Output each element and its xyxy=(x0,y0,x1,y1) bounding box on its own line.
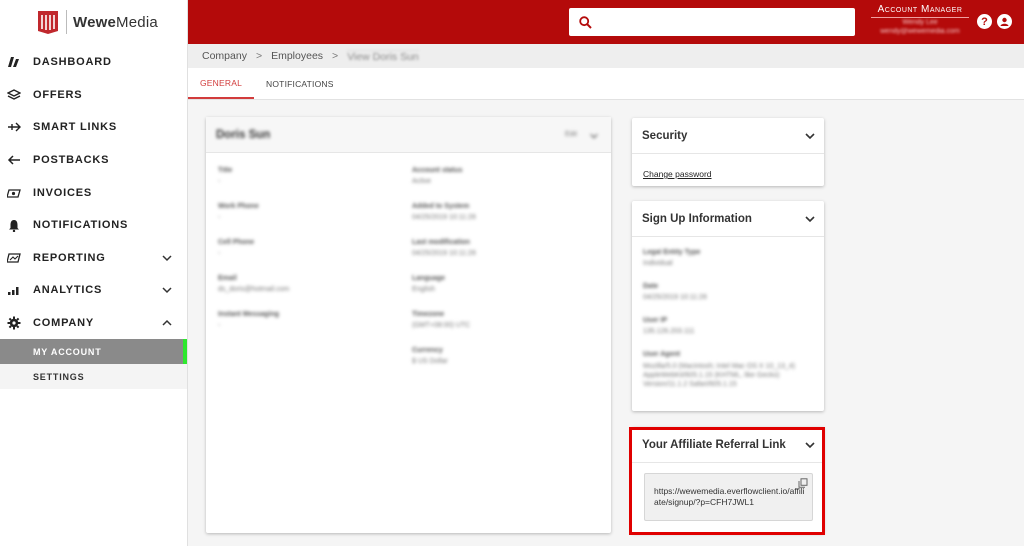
field-added-to-system: Added to System 04/25/2019 10:11:28 xyxy=(412,203,476,221)
field-timezone: Timezone (GMT+08:00) UTC xyxy=(412,311,471,329)
security-card-header[interactable]: Security xyxy=(632,118,824,154)
profile-name: Doris Sun xyxy=(216,128,271,141)
sidebar-item-invoices[interactable]: INVOICES xyxy=(0,176,187,209)
sidebar-item-label: INVOICES xyxy=(33,186,92,199)
breadcrumb-item-employees[interactable]: Employees xyxy=(271,50,323,62)
field-email: Email ds_doris@hotmail.com xyxy=(218,275,290,293)
chevron-up-icon[interactable] xyxy=(161,317,173,329)
field-account-status: Account status Active xyxy=(412,167,463,185)
search-box[interactable] xyxy=(569,8,855,36)
sidebar-item-label: OFFERS xyxy=(33,88,83,101)
signup-info-card-header[interactable]: Sign Up Information xyxy=(632,201,824,237)
security-card: Security Change password xyxy=(632,118,824,186)
signup-info-card: Sign Up Information Legal Entity Type Ind… xyxy=(632,201,824,411)
field-last-modification: Last modification 04/25/2019 10:11:28 xyxy=(412,239,476,257)
sidebar-item-dashboard[interactable]: DASHBOARD xyxy=(0,46,187,79)
postbacks-icon xyxy=(6,152,22,168)
gear-icon xyxy=(6,315,22,331)
chevron-down-icon[interactable] xyxy=(161,284,173,296)
logo-divider xyxy=(66,10,67,34)
sidebar: WeweMedia DASHBOARD OFFERS SMART LINKS P… xyxy=(0,0,188,546)
profile-card-header: Doris Sun Edit xyxy=(206,117,611,153)
breadcrumb-current: View Doris Sun xyxy=(347,49,419,63)
chevron-down-icon[interactable] xyxy=(161,252,173,264)
profile-right-fields: Account status Active Added to System 04/2… xyxy=(412,167,592,383)
field-currency: Currency $ US Dollar xyxy=(412,347,448,365)
user-profile-icon[interactable] xyxy=(997,14,1012,29)
top-bar: Account Manager Wendy Lee wendy@wewemedi… xyxy=(188,0,1024,44)
sidebar-item-notifications[interactable]: NOTIFICATIONS xyxy=(0,209,187,242)
sidebar-item-label: NOTIFICATIONS xyxy=(33,219,129,232)
tab-notifications[interactable]: NOTIFICATIONS xyxy=(254,68,346,99)
account-manager[interactable]: Account Manager Wendy Lee wendy@wewemedi… xyxy=(865,4,975,36)
sidebar-item-label: SMART LINKS xyxy=(33,121,117,134)
smart-links-icon xyxy=(6,119,22,135)
sidebar-item-analytics[interactable]: ANALYTICS xyxy=(0,274,187,307)
sidebar-item-label: COMPANY xyxy=(33,317,95,330)
tab-bar: GENERAL NOTIFICATIONS xyxy=(188,68,1024,100)
breadcrumb: Company > Employees > View Doris Sun xyxy=(188,44,1024,68)
sidebar-item-offers[interactable]: OFFERS xyxy=(0,79,187,112)
main-content: Doris Sun Edit Title - Work Phone - Cell P… xyxy=(188,100,1024,546)
field-user-ip: User IP 135.126.203.111 xyxy=(643,317,695,335)
reporting-icon xyxy=(6,250,22,266)
analytics-icon xyxy=(6,282,22,298)
field-title: Title - xyxy=(218,167,233,185)
field-cell-phone: Cell Phone - xyxy=(218,239,255,257)
breadcrumb-item-company[interactable]: Company xyxy=(202,50,247,62)
search-icon xyxy=(579,15,592,29)
referral-highlight-frame xyxy=(629,427,825,535)
account-manager-name: Wendy Lee xyxy=(902,19,938,26)
sidebar-item-label: POSTBACKS xyxy=(33,154,110,167)
dashboard-icon xyxy=(6,54,22,70)
sidebar-item-label: REPORTING xyxy=(33,251,106,264)
sidebar-item-label: ANALYTICS xyxy=(33,284,103,297)
field-language: Language English xyxy=(412,275,446,293)
search-input[interactable] xyxy=(598,10,855,34)
profile-card: Doris Sun Edit Title - Work Phone - Cell P… xyxy=(206,117,611,533)
chevron-down-icon[interactable] xyxy=(589,131,599,141)
help-icon[interactable]: ? xyxy=(977,14,992,29)
sidebar-item-reporting[interactable]: REPORTING xyxy=(0,242,187,275)
account-manager-label: Account Manager xyxy=(877,4,963,15)
field-work-phone: Work Phone - xyxy=(218,203,259,221)
sidebar-subitem-my-account[interactable]: MY ACCOUNT xyxy=(0,339,187,365)
account-manager-email: wendy@wewemedia.com xyxy=(880,28,960,35)
field-legal-entity-type: Legal Entity Type Individual xyxy=(643,249,701,267)
brand-logo[interactable]: WeweMedia xyxy=(0,0,187,44)
sidebar-subitem-settings[interactable]: SETTINGS xyxy=(0,364,187,390)
sidebar-item-postbacks[interactable]: POSTBACKS xyxy=(0,144,187,177)
field-user-agent: User Agent Mozilla/5.0 (Macintosh; Intel … xyxy=(643,351,796,388)
security-body: Change password xyxy=(632,154,824,182)
invoices-icon xyxy=(6,185,22,201)
breadcrumb-separator-icon: > xyxy=(332,50,339,62)
sidebar-nav: DASHBOARD OFFERS SMART LINKS POSTBACKS I… xyxy=(0,46,187,390)
sidebar-item-company[interactable]: COMPANY xyxy=(0,307,187,340)
logo-mark-icon xyxy=(38,11,58,34)
chevron-down-icon[interactable] xyxy=(804,213,816,225)
sidebar-item-label: DASHBOARD xyxy=(33,56,112,69)
tab-general[interactable]: GENERAL xyxy=(188,68,255,99)
chevron-down-icon[interactable] xyxy=(804,130,816,142)
brand-name: WeweMedia xyxy=(73,13,158,31)
offers-icon xyxy=(6,87,22,103)
edit-button[interactable]: Edit xyxy=(565,131,577,138)
breadcrumb-separator-icon: > xyxy=(255,50,263,62)
security-title: Security xyxy=(642,129,688,142)
field-instant-messaging: Instant Messaging - xyxy=(218,311,280,329)
change-password-link[interactable]: Change password xyxy=(643,169,712,179)
profile-left-fields: Title - Work Phone - Cell Phone - Email ds_d… xyxy=(218,167,388,347)
sidebar-item-smart-links[interactable]: SMART LINKS xyxy=(0,111,187,144)
signup-info-title: Sign Up Information xyxy=(642,212,752,225)
bell-icon xyxy=(6,217,22,233)
signup-info-fields: Legal Entity Type Individual Date 04/25/20… xyxy=(643,249,813,389)
field-date: Date 04/25/2019 10:11:28 xyxy=(643,283,707,301)
